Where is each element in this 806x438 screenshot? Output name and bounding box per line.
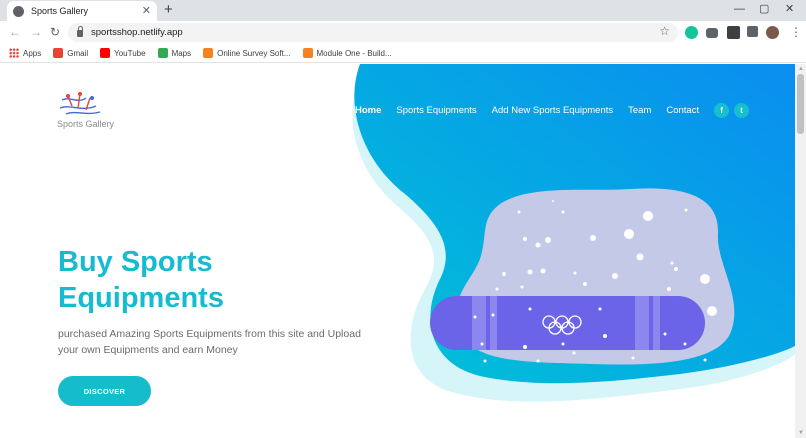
sports-gallery-logo-icon[interactable]: [56, 92, 104, 120]
bookmarks-bar: Apps Gmail YouTube Maps Online Survey So…: [0, 44, 806, 63]
bookmark-maps[interactable]: Maps: [157, 48, 192, 58]
cube-icon: [203, 48, 214, 58]
grammarly-icon[interactable]: [685, 26, 698, 39]
bookmark-label: Module One - Build...: [316, 48, 392, 58]
extensions-puzzle-icon[interactable]: [747, 26, 758, 37]
close-window-button[interactable]: ✕: [785, 3, 794, 15]
hero-title: Buy Sports Equipments: [58, 246, 224, 314]
nav-add-new-sports-equipments[interactable]: Add New Sports Equipments: [492, 105, 613, 116]
profile-avatar[interactable]: [766, 26, 779, 39]
nav-team[interactable]: Team: [628, 105, 651, 116]
nav-sports-equipments[interactable]: Sports Equipments: [396, 105, 476, 116]
restore-button[interactable]: ▢: [759, 3, 769, 15]
pen-extension-icon[interactable]: [727, 26, 740, 39]
bookmark-apps[interactable]: Apps: [9, 48, 41, 58]
globe-icon: [13, 5, 24, 17]
bookmark-label: Apps: [23, 48, 42, 58]
bookmark-online-survey[interactable]: Online Survey Soft...: [203, 48, 291, 58]
main-nav: Home Sports Equipments Add New Sports Eq…: [355, 103, 754, 118]
browser-toolbar: ← → ↻ sportsshop.netlify.app ☆ ⋮: [0, 21, 806, 44]
nav-contact[interactable]: Contact: [666, 105, 699, 116]
scroll-down-icon[interactable]: ▼: [798, 430, 804, 436]
web-page: Sports Gallery Home Sports Equipments Ad…: [0, 64, 795, 438]
tab-close-icon[interactable]: ✕: [142, 5, 151, 17]
url-text: sportsshop.netlify.app: [91, 27, 183, 38]
bookmark-gmail[interactable]: Gmail: [53, 48, 88, 58]
camera-icon[interactable]: [706, 28, 718, 38]
reload-icon[interactable]: ↻: [50, 25, 60, 39]
browser-tab[interactable]: Sports Gallery ✕: [7, 1, 157, 21]
scrollbar-thumb[interactable]: [797, 74, 804, 134]
cube-icon: [302, 48, 313, 58]
logo-text: Sports Gallery: [57, 119, 115, 129]
back-icon[interactable]: ←: [9, 25, 21, 39]
minimize-button[interactable]: —: [734, 3, 745, 15]
nav-home[interactable]: Home: [355, 105, 381, 116]
bookmark-label: Online Survey Soft...: [217, 48, 291, 58]
bookmark-label: Gmail: [67, 48, 89, 58]
bookmark-youtube[interactable]: YouTube: [100, 48, 146, 58]
page-scrollbar[interactable]: ▲ ▼: [795, 64, 806, 438]
lock-icon: [77, 26, 83, 37]
address-bar[interactable]: sportsshop.netlify.app ☆: [68, 23, 678, 42]
gmail-icon: [53, 48, 64, 58]
bookmark-module-one[interactable]: Module One - Build...: [302, 48, 392, 58]
tab-bar: Sports Gallery ✕ + — ▢ ✕: [0, 0, 806, 21]
twitter-icon[interactable]: t: [734, 103, 750, 118]
menu-kebab-icon[interactable]: ⋮: [790, 25, 802, 39]
youtube-icon: [100, 48, 111, 58]
bookmark-star-icon[interactable]: ☆: [659, 24, 670, 38]
bookmark-label: Maps: [171, 48, 192, 58]
maps-icon: [157, 48, 168, 58]
new-tab-button[interactable]: +: [164, 2, 173, 18]
discover-button[interactable]: DISCOVER: [58, 376, 151, 406]
tab-title: Sports Gallery: [31, 6, 89, 16]
hero-subtitle: purchased Amazing Sports Equipments from…: [58, 328, 361, 356]
bookmark-label: YouTube: [114, 48, 146, 58]
forward-icon[interactable]: →: [30, 25, 42, 39]
facebook-icon[interactable]: f: [714, 103, 730, 118]
scroll-up-icon[interactable]: ▲: [798, 66, 804, 72]
apps-grid-icon: [9, 48, 19, 58]
